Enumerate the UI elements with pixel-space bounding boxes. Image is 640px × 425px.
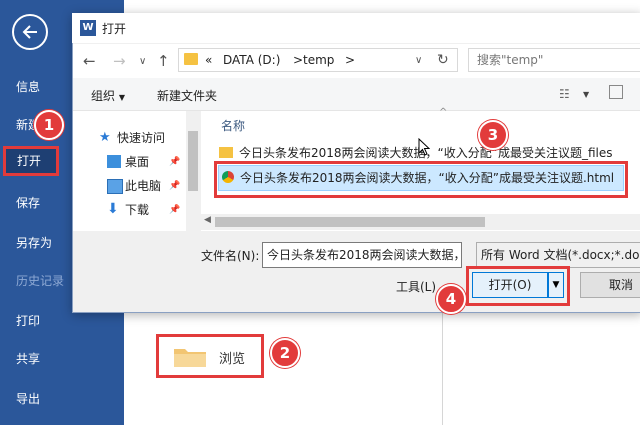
new-folder-button[interactable]: 新建文件夹 xyxy=(157,87,217,104)
caret-down-icon: ▼ xyxy=(552,280,560,290)
refresh-icon[interactable]: ↻ xyxy=(437,52,449,68)
step-badge-4: 4 xyxy=(436,284,466,314)
dialog-title: 打开 xyxy=(102,22,127,36)
address-drive[interactable]: DATA (D:) xyxy=(223,53,280,67)
chevron-down-icon[interactable]: ∨ xyxy=(415,55,422,66)
browse-label: 浏览 xyxy=(219,352,246,367)
dialog-navbar: ← → ∨ ↑ « DATA (D:) > temp > ∨ ↻ 搜索"temp… xyxy=(73,44,640,78)
organize-button[interactable]: 组织 ▼ xyxy=(91,87,125,104)
dialog-toolbar: 组织 ▼ 新建文件夹 ☷ ▼ xyxy=(73,78,640,111)
address-prefix: « xyxy=(205,53,213,67)
cancel-button[interactable]: 取消 xyxy=(580,272,640,298)
column-header-name[interactable]: 名称 xyxy=(221,117,245,134)
nav-item-this-pc[interactable]: 此电脑 📌 xyxy=(107,176,180,196)
back-button[interactable] xyxy=(12,14,48,50)
preview-pane-icon[interactable] xyxy=(609,85,623,99)
sidebar-item-save-as[interactable]: 另存为 xyxy=(0,228,72,258)
filetype-select[interactable]: 所有 Word 文档(*.docx;*.docm;*.dotx;*.dotm) xyxy=(476,242,640,268)
caret-down-icon[interactable]: ▼ xyxy=(583,90,589,99)
filename-label: 文件名(N): xyxy=(201,249,260,263)
sidebar-item-info[interactable]: 信息 xyxy=(0,72,72,102)
pin-icon: 📌 xyxy=(169,205,181,215)
navigation-pane: ★ 快速访问 桌面 📌 此电脑 📌 ⬇ 下载 📌 xyxy=(73,111,200,231)
address-separator: > xyxy=(345,53,356,67)
star-icon: ★ xyxy=(99,130,111,145)
step-badge-1: 1 xyxy=(34,110,64,140)
browse-button[interactable]: 浏览 xyxy=(156,334,264,378)
folder-icon xyxy=(174,349,206,367)
folder-icon xyxy=(184,53,198,65)
up-arrow-icon[interactable]: ↑ xyxy=(157,52,170,70)
chevron-down-icon[interactable]: ∨ xyxy=(139,56,146,67)
open-button[interactable]: 打开(O) xyxy=(472,272,548,298)
cursor-icon xyxy=(418,138,430,156)
horizontal-scrollbar[interactable]: ◀ xyxy=(201,214,640,230)
sidebar-item-save[interactable]: 保存 xyxy=(0,188,72,218)
computer-icon xyxy=(107,179,123,194)
address-bar[interactable]: « DATA (D:) > temp > ∨ ↻ xyxy=(178,48,458,72)
view-icon[interactable]: ☷ xyxy=(559,87,570,101)
nav-item-label: 此电脑 xyxy=(125,179,162,193)
sort-up-icon: ^ xyxy=(439,107,448,118)
search-input[interactable]: 搜索"temp" xyxy=(468,48,640,72)
step-badge-2: 2 xyxy=(270,338,300,368)
sidebar-item-export[interactable]: 导出 xyxy=(0,384,72,414)
word-icon: W xyxy=(80,20,96,36)
caret-down-icon: ▼ xyxy=(118,93,125,102)
forward-arrow-icon: → xyxy=(113,52,126,70)
nav-item-label: 桌面 xyxy=(125,155,150,169)
dialog-titlebar: W 打开 xyxy=(72,13,640,43)
pin-icon: 📌 xyxy=(169,181,181,191)
organize-label: 组织 xyxy=(91,89,116,103)
scroll-left-icon[interactable]: ◀ xyxy=(204,215,211,225)
sidebar-item-history: 历史记录 xyxy=(16,274,65,288)
scrollbar-thumb[interactable] xyxy=(215,217,485,227)
download-arrow-icon: ⬇ xyxy=(107,201,119,217)
sidebar-item-share[interactable]: 共享 xyxy=(0,344,72,374)
address-folder[interactable]: temp xyxy=(303,53,334,67)
tools-button[interactable]: 工具(L) xyxy=(396,278,436,295)
nav-pane-scrollbar[interactable] xyxy=(186,111,200,231)
nav-item-label: 快速访问 xyxy=(117,131,166,145)
folder-icon xyxy=(219,147,233,158)
scrollbar-thumb[interactable] xyxy=(188,131,198,191)
annotation-highlight xyxy=(214,161,628,198)
step-badge-3: 3 xyxy=(478,120,508,150)
nav-item-desktop[interactable]: 桌面 📌 xyxy=(107,152,180,172)
nav-item-label: 下载 xyxy=(125,203,150,217)
address-separator: > xyxy=(293,53,304,67)
desktop-icon xyxy=(107,155,121,168)
nav-item-quick-access[interactable]: ★ 快速访问 xyxy=(99,128,166,148)
back-arrow-icon[interactable]: ← xyxy=(83,52,96,70)
arrow-left-icon xyxy=(22,25,37,39)
sidebar-item-print[interactable]: 打印 xyxy=(0,306,72,336)
open-dropdown-button[interactable]: ▼ xyxy=(548,272,564,298)
pin-icon: 📌 xyxy=(169,157,181,167)
sidebar-item-open[interactable]: 打开 xyxy=(3,146,59,176)
filename-input[interactable]: 今日头条发布2018两会阅读大数据，“收入分配”成最受关注议题.html xyxy=(262,242,462,268)
nav-item-downloads[interactable]: ⬇ 下载 📌 xyxy=(107,200,180,220)
